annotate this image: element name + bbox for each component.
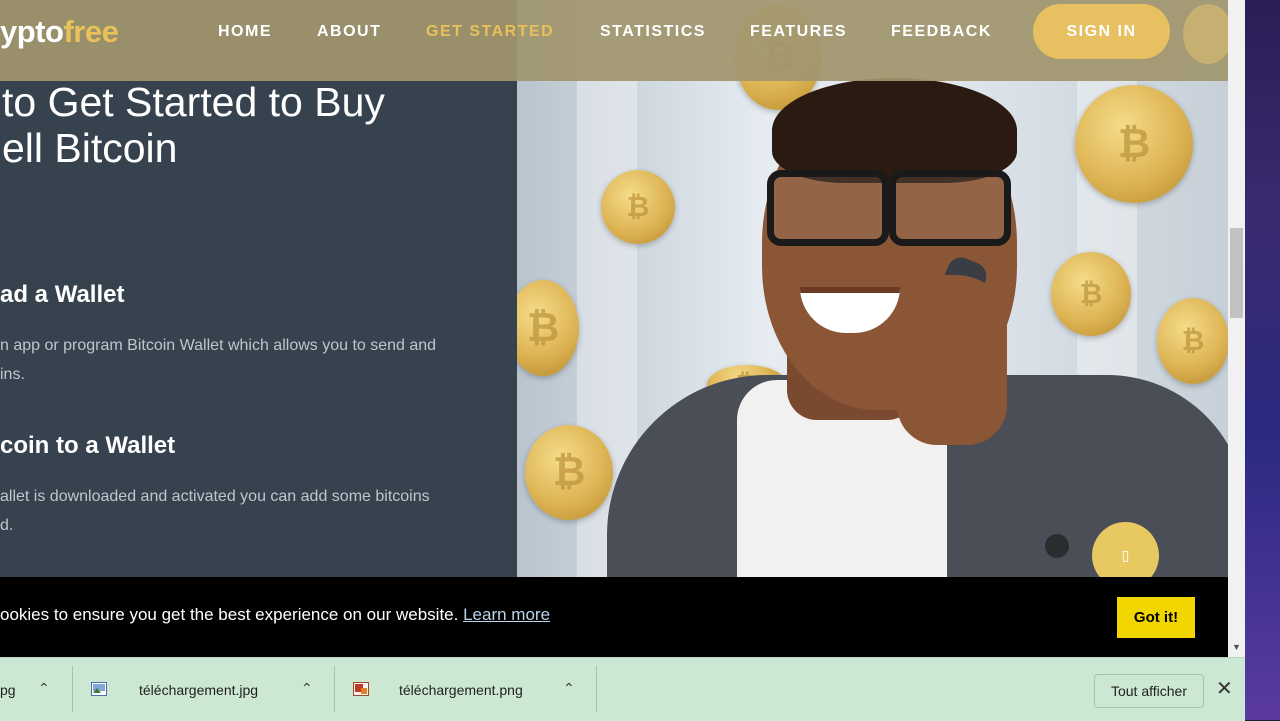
bitcoin-coin-icon — [525, 425, 613, 520]
nav-feedback[interactable]: FEEDBACK — [891, 23, 992, 41]
step-2-text: allet is downloaded and activated you ca… — [0, 488, 430, 534]
bitcoin-coin-icon — [1157, 298, 1228, 384]
bitcoin-coin-icon — [1183, 4, 1228, 64]
download-item[interactable]: pg ⌃ — [0, 658, 72, 721]
person-hand — [897, 275, 1007, 445]
chevron-up-icon[interactable]: ⌃ — [301, 680, 313, 697]
person-hair — [772, 78, 1017, 183]
nav-features[interactable]: FEATURES — [750, 23, 847, 41]
suit-button — [1045, 534, 1069, 558]
cookie-message: ookies to ensure you get the best experi… — [0, 605, 551, 624]
nav-about[interactable]: ABOUT — [317, 23, 381, 41]
scrollbar-thumb[interactable] — [1230, 228, 1243, 318]
sign-in-button[interactable]: SIGN IN — [1033, 4, 1170, 59]
scroll-down-arrow-icon[interactable]: ▼ — [1228, 638, 1245, 656]
learn-more-link[interactable]: Learn more — [463, 605, 550, 624]
step-1-text: n app or program Bitcoin Wallet which al… — [0, 337, 437, 383]
cookie-consent-bar: ookies to ensure you get the best experi… — [0, 577, 1228, 657]
bitcoin-coin-icon — [1051, 252, 1131, 336]
download-filename: pg — [0, 682, 16, 698]
nav-get-started[interactable]: GET STARTED — [426, 23, 554, 41]
shelf-divider — [596, 666, 597, 712]
section-heading: to Get Started to Buy ell Bitcoin — [2, 79, 385, 171]
png-file-icon — [353, 682, 369, 696]
cookie-accept-button[interactable]: Got it! — [1117, 597, 1195, 638]
page-scrollbar[interactable]: ▼ — [1228, 0, 1245, 657]
step-2-title: coin to a Wallet — [0, 432, 176, 459]
download-item[interactable]: téléchargement.png ⌃ — [335, 658, 595, 721]
glasses-icon — [767, 170, 1017, 246]
step-1-title: ad a Wallet — [0, 281, 125, 308]
webpage-viewport: to Get Started to Buy ell Bitcoin ad a W… — [0, 0, 1228, 657]
chevron-up-icon[interactable]: ⌃ — [563, 680, 575, 697]
chevron-up-icon[interactable]: ⌃ — [38, 680, 50, 697]
get-started-panel: to Get Started to Buy ell Bitcoin ad a W… — [0, 0, 517, 657]
bitcoin-coin-icon — [517, 280, 579, 376]
download-item[interactable]: téléchargement.jpg ⌃ — [73, 658, 333, 721]
nav-statistics[interactable]: STATISTICS — [600, 23, 706, 41]
bitcoin-coin-icon — [601, 170, 675, 244]
desktop-background — [1245, 0, 1280, 720]
show-all-downloads-button[interactable]: Tout afficher — [1094, 674, 1204, 708]
bitcoin-coin-icon — [1075, 85, 1193, 203]
download-filename: téléchargement.png — [399, 682, 523, 698]
site-header: yptofree HOME ABOUT GET STARTED STATISTI… — [0, 0, 1228, 81]
close-icon[interactable]: ✕ — [1216, 676, 1233, 701]
nav-home[interactable]: HOME — [218, 23, 272, 41]
image-file-icon — [91, 682, 107, 696]
download-filename: téléchargement.jpg — [139, 682, 259, 698]
site-logo[interactable]: yptofree — [0, 14, 119, 50]
download-shelf: pg ⌃ téléchargement.jpg ⌃ téléchargement… — [0, 657, 1245, 721]
